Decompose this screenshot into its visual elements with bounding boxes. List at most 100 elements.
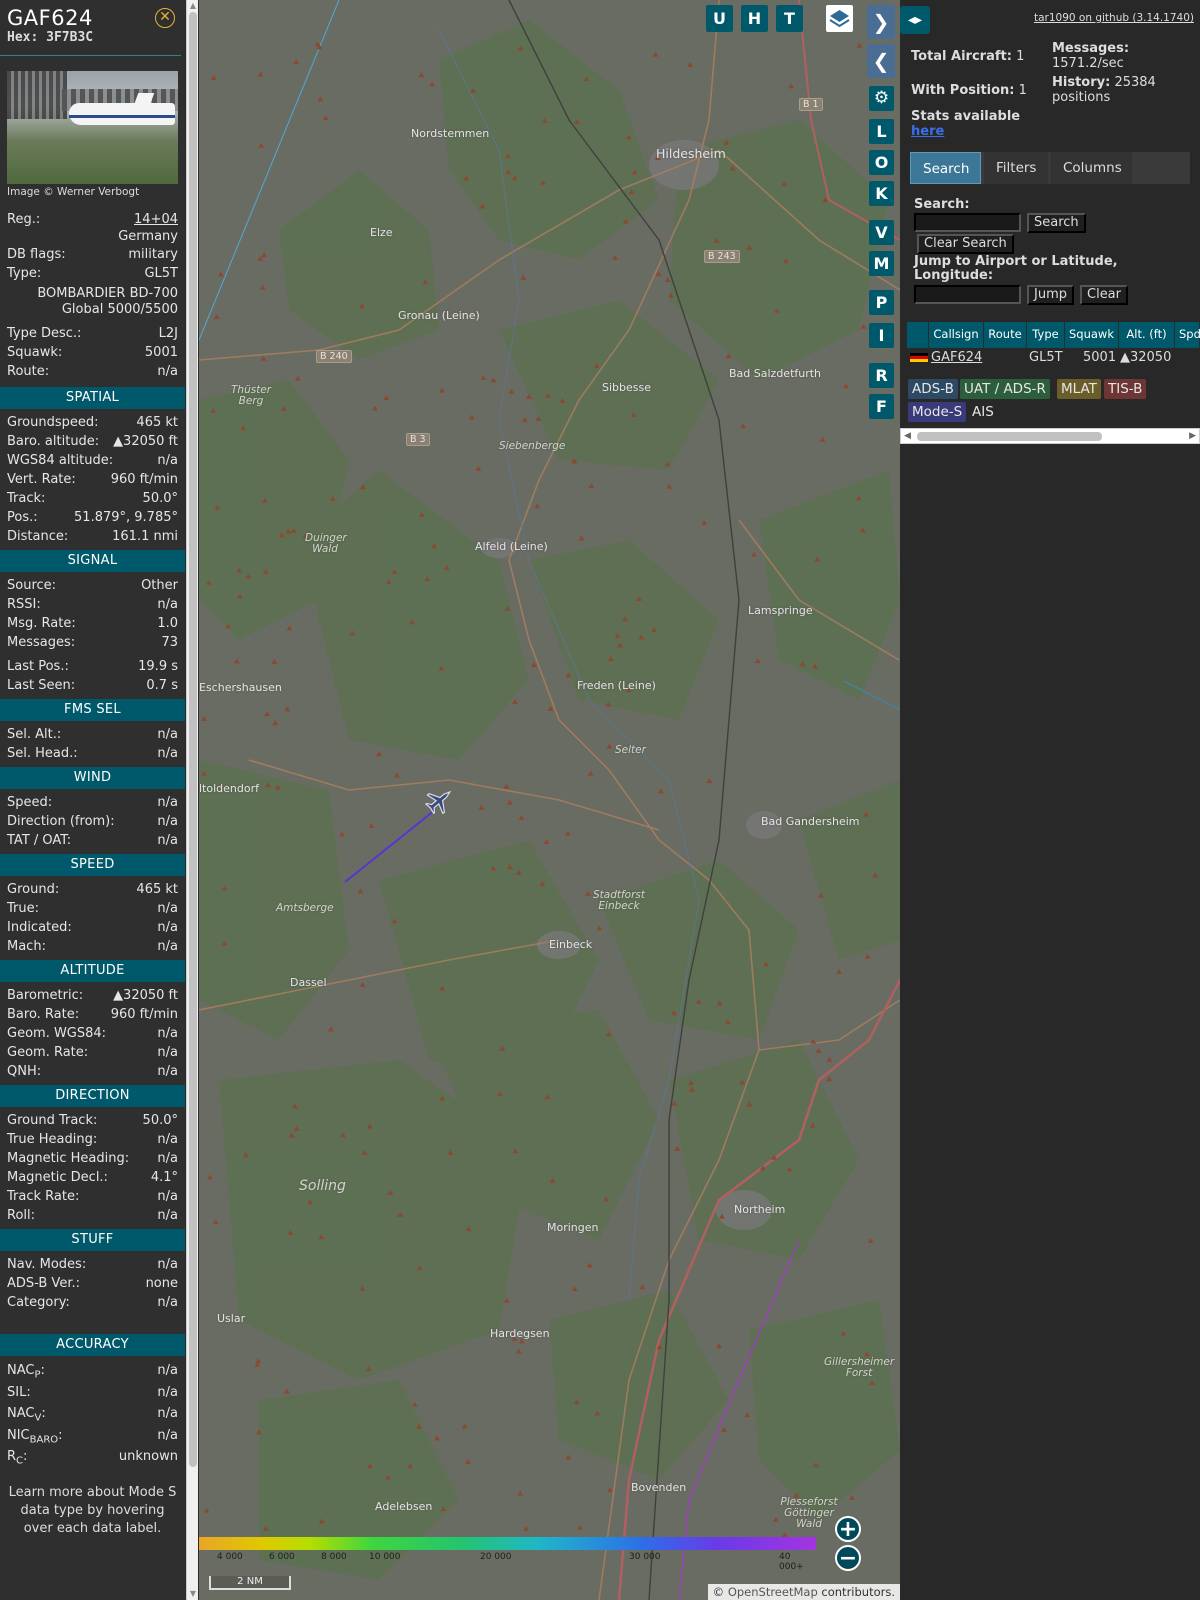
row-callsign-link[interactable]: GAF624	[931, 348, 982, 368]
detail-value: 5001	[144, 345, 178, 360]
github-link[interactable]: tar1090 on github (3.14.1740)	[1034, 12, 1194, 24]
info-value: 4.1°	[150, 1170, 178, 1185]
place-label: Lamspringe	[748, 604, 813, 617]
place-label: Dassel	[290, 976, 327, 989]
table-header-flag	[907, 322, 929, 348]
table-header-speed[interactable]: Spd	[1175, 322, 1200, 348]
registration-link[interactable]: 14+04	[134, 212, 178, 227]
detail-value: GL5T	[144, 266, 178, 281]
forward-arrow-icon[interactable]: ❯	[867, 5, 895, 39]
map-button-o[interactable]: O	[869, 150, 894, 175]
section-header-stuff: STUFF	[0, 1229, 185, 1251]
section-header-accuracy: ACCURACY	[0, 1334, 185, 1356]
clear-search-button[interactable]: Clear Search	[917, 234, 1014, 254]
road-shield: B 243	[704, 250, 740, 263]
info-row: Magnetic Decl.: 4.1°	[0, 1168, 185, 1187]
map-button-p[interactable]: P	[869, 290, 894, 315]
map-button-m[interactable]: M	[869, 251, 894, 276]
jump-input[interactable]	[914, 285, 1021, 304]
info-label: Magnetic Decl.:	[7, 1170, 108, 1185]
info-label: NACV:	[7, 1406, 46, 1424]
table-header-route[interactable]: Route	[984, 322, 1027, 348]
map-view[interactable]: Nordstemmen Hildesheim Elze Gronau (Lein…	[199, 0, 900, 1600]
map-tiles[interactable]	[199, 0, 900, 1600]
tab-filters[interactable]: Filters	[984, 152, 1048, 184]
stat-label: With Position:	[911, 83, 1015, 98]
map-attribution: © OpenStreetMap contributors.	[707, 1584, 900, 1600]
info-label: Direction (from):	[7, 814, 115, 829]
map-button-t[interactable]: T	[776, 5, 803, 32]
scrollbar-thumb[interactable]	[189, 12, 197, 1467]
aircraft-photo[interactable]	[7, 71, 178, 184]
info-label: Speed:	[7, 795, 53, 810]
map-button-h[interactable]: H	[741, 5, 768, 32]
detail-row-reg: Reg.: 14+04	[0, 210, 185, 229]
scroll-down-icon[interactable]: ▼	[188, 1589, 198, 1599]
layers-icon[interactable]	[826, 5, 853, 32]
map-button-u[interactable]: U	[706, 5, 733, 32]
table-header-altitude[interactable]: Alt. (ft)	[1119, 322, 1175, 348]
info-panel-scrollbar[interactable]: ▲ ▼	[186, 0, 198, 1600]
place-label: Uslar	[217, 1312, 246, 1325]
forest-label: Plesseforst Göttinger Wald	[780, 1496, 838, 1530]
info-value: 465 kt	[136, 415, 178, 430]
scroll-right-icon[interactable]: ▶	[1189, 429, 1196, 443]
info-label: WGS84 altitude:	[7, 453, 114, 468]
info-value: n/a	[157, 1132, 178, 1147]
stat-value: 1	[1016, 49, 1025, 64]
zoom-in-icon[interactable]: +	[835, 1516, 861, 1542]
info-row: Sel. Alt.: n/a	[0, 725, 185, 744]
map-button-r[interactable]: R	[869, 363, 894, 388]
copyright-symbol: ©	[712, 1585, 725, 1599]
source-uat: UAT / ADS-R	[960, 379, 1050, 399]
jump-button[interactable]: Jump	[1027, 285, 1074, 305]
section-header-spatial: SPATIAL	[0, 387, 185, 409]
info-value: n/a	[157, 1151, 178, 1166]
table-header-squawk[interactable]: Squawk	[1065, 322, 1119, 348]
map-button-f[interactable]: F	[869, 394, 894, 419]
zoom-out-icon[interactable]: −	[835, 1545, 861, 1571]
place-label: Adelebsen	[375, 1500, 433, 1513]
scale-bar: 2 NM	[209, 1576, 291, 1590]
stat-label: Messages:	[1052, 41, 1130, 56]
map-button-i[interactable]: I	[869, 323, 894, 348]
place-label: Bad Salzdetfurth	[729, 367, 822, 380]
close-icon[interactable]: ✕	[155, 8, 175, 28]
with-position: With Position: 1	[911, 83, 1027, 98]
info-label: Geom. Rate:	[7, 1045, 89, 1060]
map-button-l[interactable]: L	[869, 119, 894, 144]
info-label-main: R	[7, 1449, 17, 1464]
info-value: n/a	[157, 746, 178, 761]
scroll-left-icon[interactable]: ◀	[904, 429, 911, 443]
stats-link[interactable]: here	[911, 124, 944, 139]
altitude-legend-ticks: 4 000 6 000 8 000 10 000 20 000 30 000 4…	[199, 1550, 816, 1572]
expand-collapse-icon[interactable]: ◂▸	[900, 6, 930, 34]
info-label: Category:	[7, 1295, 70, 1310]
back-arrow-icon[interactable]: ❮	[867, 44, 895, 78]
info-value: n/a	[157, 920, 178, 935]
info-row: Sel. Head.: n/a	[0, 744, 185, 763]
tab-columns[interactable]: Columns	[1051, 152, 1132, 184]
table-horizontal-scrollbar[interactable]: ◀ ▶	[900, 428, 1200, 444]
scrollbar-thumb[interactable]	[917, 432, 1102, 441]
legend-tick: 30 000	[629, 1552, 661, 1562]
place-label: Elze	[370, 226, 393, 239]
map-button-k[interactable]: K	[869, 181, 894, 206]
info-label: QNH:	[7, 1064, 42, 1079]
table-header-type[interactable]: Type	[1027, 322, 1065, 348]
tab-search[interactable]: Search	[910, 152, 981, 184]
settings-gear-icon[interactable]: ⚙	[869, 86, 894, 111]
info-label: NACP:	[7, 1363, 45, 1381]
attribution-link[interactable]: OpenStreetMap	[728, 1585, 818, 1599]
clear-button[interactable]: Clear	[1080, 285, 1128, 305]
legend-tick: 10 000	[369, 1552, 401, 1562]
search-button[interactable]: Search	[1027, 213, 1086, 233]
info-label: Source:	[7, 578, 57, 593]
info-row: Ground Track: 50.0°	[0, 1111, 185, 1130]
info-label: Msg. Rate:	[7, 616, 76, 631]
detail-value: n/a	[157, 364, 178, 379]
search-input[interactable]	[914, 213, 1021, 232]
map-button-v[interactable]: V	[869, 220, 894, 245]
scroll-up-icon[interactable]: ▲	[188, 1, 198, 11]
table-header-callsign[interactable]: Callsign	[929, 322, 984, 348]
